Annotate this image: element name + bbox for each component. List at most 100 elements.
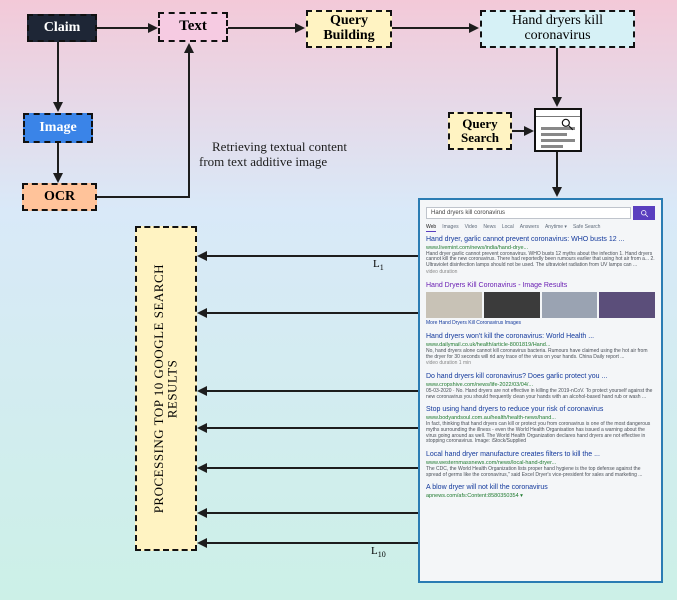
arrowhead <box>197 386 207 396</box>
result-snippet: 05-03-2020 · No. Hand dryers are not eff… <box>426 389 655 401</box>
arrowhead <box>552 187 562 197</box>
arrowhead <box>295 23 305 33</box>
query-building-label: Query Building <box>323 14 374 43</box>
claim-label: Claim <box>44 21 81 36</box>
tab-safe[interactable]: Safe Search <box>573 224 601 232</box>
results-list: Hand dryer, garlic cannot prevent corona… <box>426 236 655 499</box>
tab-answers[interactable]: Answers <box>520 224 539 232</box>
search-result: Stop using hand dryers to reduce your ri… <box>426 406 655 445</box>
result-title[interactable]: Hand Dryers Kill Coronavirus - Image Res… <box>426 282 655 290</box>
result-title[interactable]: Do hand dryers kill coronavirus? Does ga… <box>426 373 655 381</box>
result-snippet: In fact, thinking that hand dryers can k… <box>426 422 655 445</box>
result-title[interactable]: Hand dryer, garlic cannot prevent corona… <box>426 236 655 244</box>
arrowhead <box>197 423 207 433</box>
arrow-text-qb <box>228 27 296 29</box>
arrow-l10 <box>206 542 419 544</box>
arrow-claim-text <box>97 27 149 29</box>
search-result: Do hand dryers kill coronavirus? Does ga… <box>426 373 655 400</box>
l1-letter: L <box>373 258 380 270</box>
result-title[interactable]: Local hand dryer manufacture creates fil… <box>426 451 655 459</box>
arrowhead <box>53 173 63 183</box>
result-url: www.dailymail.co.uk/health/article-80018… <box>426 342 655 348</box>
search-result: Hand Dryers Kill Coronavirus - Image Res… <box>426 282 655 327</box>
retrieving-annotation: Retrieving textual content from text add… <box>199 123 347 185</box>
arrow-ocr-right <box>97 196 189 198</box>
arrow-r2 <box>206 312 419 314</box>
arrow-browser-serp <box>556 152 558 188</box>
magnifier-icon <box>560 117 574 136</box>
query-search-label: Query Search <box>461 117 499 144</box>
l1-sub: 1 <box>380 263 384 272</box>
claim-box: Claim <box>27 14 97 42</box>
arrow-image-ocr <box>57 143 59 174</box>
tab-web[interactable]: Web <box>426 224 436 232</box>
image-results-caption[interactable]: More Hand Dryers Kill Coronavirus Images <box>426 321 655 327</box>
arrowhead <box>197 251 207 261</box>
processing-box: PROCESSING TOP 10 GOOGLE SEARCH RESULTS <box>135 226 197 551</box>
result-title[interactable]: A blow dryer will not kill the coronavir… <box>426 484 655 492</box>
result-extra: video duration <box>426 270 655 276</box>
example-query-box: Hand dryers kill coronavirus <box>480 10 635 48</box>
image-thumbnail[interactable] <box>542 292 598 318</box>
search-icon <box>640 209 649 218</box>
arrow-r4 <box>206 427 419 429</box>
result-title[interactable]: Stop using hand dryers to reduce your ri… <box>426 406 655 414</box>
arrow-claim-image <box>57 42 59 103</box>
result-snippet: The CDC, the World Health Organization l… <box>426 467 655 479</box>
text-label: Text <box>179 19 207 35</box>
arrow-r5 <box>206 467 419 469</box>
query-search-box: Query Search <box>448 112 512 150</box>
result-url: www.livemint.com/news/india/hand-drye... <box>426 245 655 251</box>
tab-images[interactable]: Images <box>442 224 458 232</box>
image-box: Image <box>23 113 93 143</box>
example-query-label: Hand dryers kill coronavirus <box>512 14 603 43</box>
processing-label: PROCESSING TOP 10 GOOGLE SEARCH RESULTS <box>152 264 179 513</box>
arrowhead <box>197 463 207 473</box>
result-extra: video duration 1 min <box>426 361 655 367</box>
l1-label: L1 <box>373 258 384 272</box>
query-building-box: Query Building <box>306 10 392 48</box>
retrieving-text: Retrieving textual content from text add… <box>199 139 347 170</box>
search-input[interactable]: Hand dryers kill coronavirus <box>426 207 631 219</box>
ocr-label: OCR <box>44 190 75 205</box>
result-url: www.westernmassnews.com/news/local-hand-… <box>426 460 655 466</box>
arrowhead <box>552 97 562 107</box>
arrowhead <box>184 43 194 53</box>
result-snippet: Hand dryer garlic cannot prevent coronav… <box>426 252 655 269</box>
search-result: Hand dryer, garlic cannot prevent corona… <box>426 236 655 276</box>
arrow-l1 <box>206 255 419 257</box>
result-url: www.cropshive.com/news/life-2022/03/04/.… <box>426 382 655 388</box>
result-title[interactable]: Hand dryers won't kill the coronavirus: … <box>426 333 655 341</box>
arrowhead <box>53 102 63 112</box>
image-thumbnail[interactable] <box>599 292 655 318</box>
text-box: Text <box>158 12 228 42</box>
search-button[interactable] <box>633 206 655 220</box>
tab-local[interactable]: Local <box>502 224 514 232</box>
tab-anytime[interactable]: Anytime ▾ <box>545 224 567 232</box>
tab-news[interactable]: News <box>483 224 496 232</box>
search-result: Hand dryers won't kill the coronavirus: … <box>426 333 655 367</box>
arrowhead <box>197 308 207 318</box>
search-result: Local hand dryer manufacture creates fil… <box>426 451 655 478</box>
arrow-ocr-up <box>188 53 190 198</box>
arrowhead <box>148 23 158 33</box>
arrow-r3 <box>206 390 419 392</box>
l10-letter: L <box>371 545 378 557</box>
browser-window-icon <box>534 108 582 152</box>
arrowhead <box>469 23 479 33</box>
image-thumbnail[interactable] <box>426 292 482 318</box>
search-input-value: Hand dryers kill coronavirus <box>431 210 505 216</box>
result-url: apnews.com/afs:Content:8580350354 ▾ <box>426 493 655 499</box>
image-thumbnail[interactable] <box>484 292 540 318</box>
search-result: A blow dryer will not kill the coronavir… <box>426 484 655 499</box>
result-snippet: No, hand dryers alone cannot kill corona… <box>426 349 655 361</box>
tab-video[interactable]: Video <box>465 224 478 232</box>
search-results-panel: Hand dryers kill coronavirus Web Images … <box>418 198 663 583</box>
image-label: Image <box>39 121 76 136</box>
image-results-row <box>426 292 655 318</box>
arrowhead <box>197 508 207 518</box>
arrow-r6 <box>206 512 419 514</box>
l10-sub: 10 <box>378 550 386 559</box>
arrow-ex-down <box>556 48 558 98</box>
arrowhead <box>197 538 207 548</box>
